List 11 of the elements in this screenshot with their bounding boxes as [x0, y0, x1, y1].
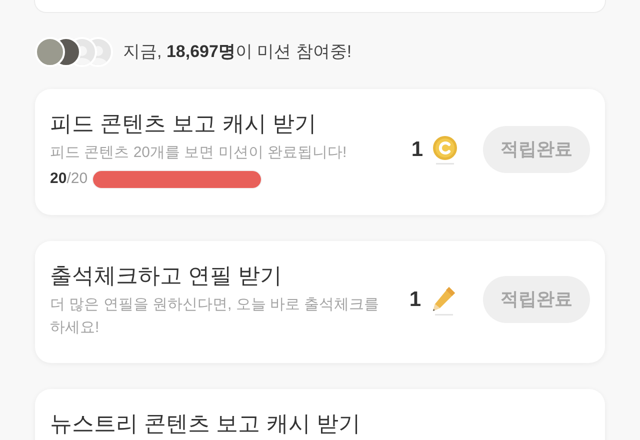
mission-description: 피드 콘텐츠 20개를 보면 미션이 완료됩니다!	[50, 143, 348, 163]
avatar-photo	[35, 37, 65, 67]
reward-amount: 1	[409, 286, 421, 313]
mission-title: 뉴스트리 콘텐츠 보고 캐시 받기	[50, 410, 362, 438]
mission-title: 피드 콘텐츠 보고 캐시 받기	[50, 110, 318, 138]
participants-text: 지금, 18,697명이 미션 참여중!	[123, 41, 352, 64]
mission-title: 출석체크하고 연필 받기	[50, 262, 284, 290]
progress-count: 20/20	[50, 169, 88, 189]
coin-icon	[431, 134, 459, 165]
reward-amount: 1	[411, 137, 423, 163]
mission-description: 더 많은 연필을 원하신다면, 오늘 바로 출석체크를 하세요!	[50, 294, 380, 338]
